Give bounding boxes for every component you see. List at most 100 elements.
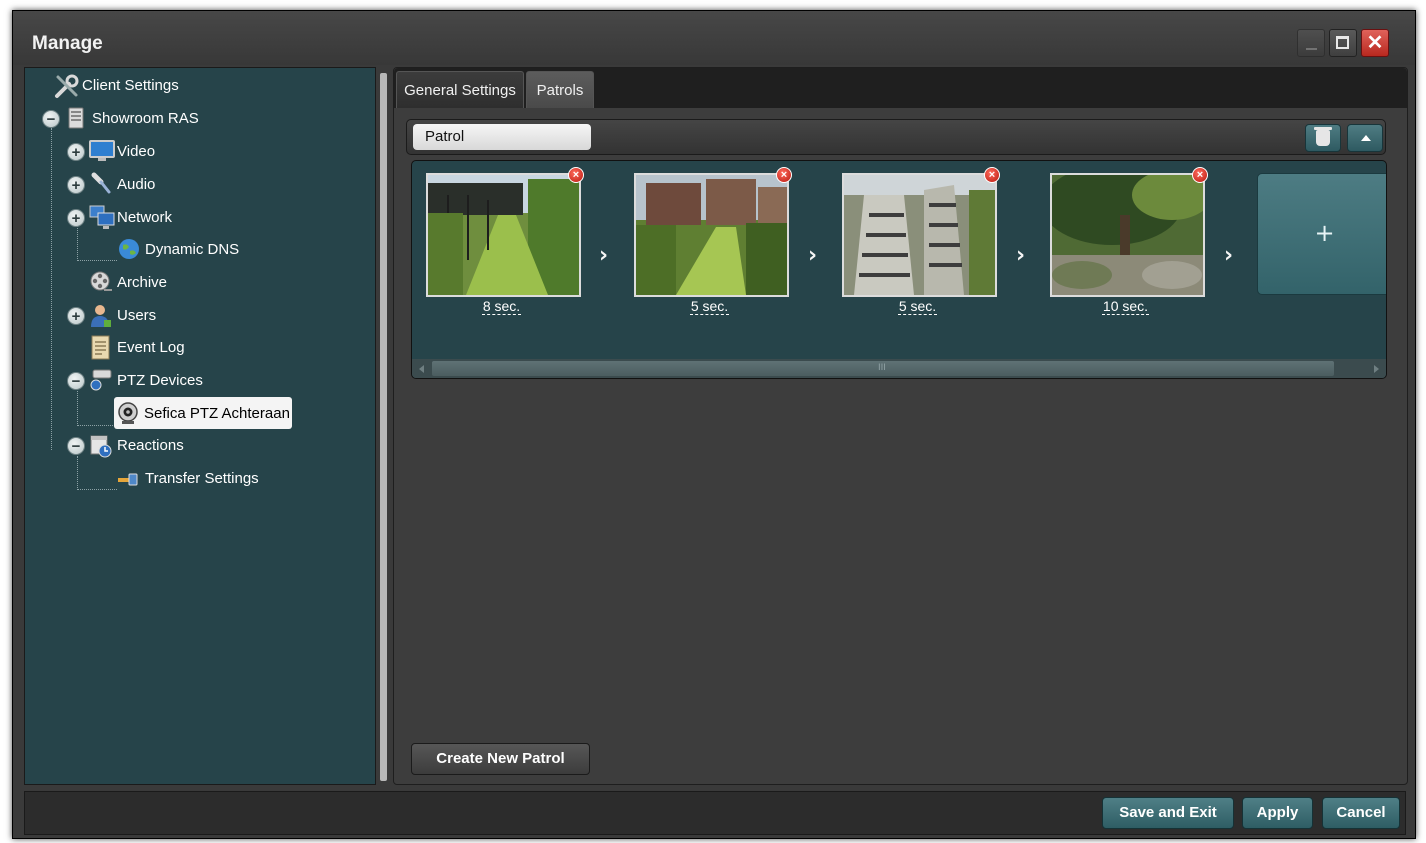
collapse-patrol-button[interactable] bbox=[1347, 124, 1383, 152]
scroll-grip-icon: III bbox=[878, 363, 886, 373]
chevron-up-icon bbox=[1361, 135, 1371, 141]
collapse-toggle[interactable]: − bbox=[67, 437, 85, 455]
patrol-header-bar: Patrol bbox=[406, 119, 1386, 155]
remove-step-button[interactable]: × bbox=[984, 167, 1000, 183]
save-and-exit-button[interactable]: Save and Exit bbox=[1102, 797, 1234, 829]
scroll-right-arrow-icon[interactable] bbox=[1374, 365, 1379, 373]
remove-step-button[interactable]: × bbox=[568, 167, 584, 183]
tree-item-label: PTZ Devices bbox=[117, 371, 203, 389]
horizontal-scrollbar[interactable]: III bbox=[412, 359, 1386, 378]
expand-toggle[interactable]: + bbox=[67, 176, 85, 194]
dialog-footer: Save and Exit Apply Cancel bbox=[24, 791, 1406, 835]
tree-item-label: Transfer Settings bbox=[145, 469, 259, 487]
tree-item-users[interactable]: Users bbox=[89, 302, 156, 328]
film-reel-icon bbox=[89, 270, 113, 294]
tree-item-label: Client Settings bbox=[82, 76, 179, 94]
monitor-icon bbox=[89, 139, 115, 163]
patrol-steps-panel: × › 8 sec. × › 5 sec. × › 5 sec. × › 10 … bbox=[411, 160, 1387, 379]
tree-connector bbox=[77, 425, 117, 426]
server-icon bbox=[64, 106, 88, 130]
tree-item-reactions[interactable]: Reactions bbox=[89, 432, 184, 458]
manage-window: Manage ✕ Client Settings − Showroom RAS bbox=[12, 10, 1416, 839]
delete-patrol-button[interactable] bbox=[1305, 124, 1341, 152]
tree-item-client-settings[interactable]: Client Settings bbox=[54, 72, 179, 98]
tree-item-label: Network bbox=[117, 208, 173, 226]
step-arrow-icon: › bbox=[808, 243, 818, 268]
scrollbar-thumb[interactable]: III bbox=[432, 361, 1334, 376]
user-icon bbox=[89, 303, 113, 327]
maximize-button[interactable] bbox=[1329, 29, 1357, 57]
tree-item-video[interactable]: Video bbox=[89, 138, 155, 164]
tree-item-dynamic-dns[interactable]: Dynamic DNS bbox=[117, 236, 239, 262]
patrol-step-thumbnail[interactable] bbox=[1050, 173, 1205, 297]
close-icon: ✕ bbox=[1366, 32, 1384, 54]
tree-item-label: Archive bbox=[117, 273, 168, 291]
tree-item-showroom-ras[interactable]: Showroom RAS bbox=[64, 105, 199, 131]
patrol-name-field[interactable]: Patrol bbox=[413, 124, 591, 150]
network-icon bbox=[89, 205, 115, 229]
remove-step-button[interactable]: × bbox=[776, 167, 792, 183]
main-panel: General Settings Patrols Patrol × › 8 se… bbox=[393, 67, 1408, 785]
apply-button[interactable]: Apply bbox=[1242, 797, 1313, 829]
panel-splitter[interactable] bbox=[380, 73, 387, 781]
ptz-camera-icon bbox=[89, 368, 113, 392]
remove-step-button[interactable]: × bbox=[1192, 167, 1208, 183]
minimize-button[interactable] bbox=[1297, 29, 1325, 57]
globe-icon bbox=[117, 237, 141, 261]
title-bar[interactable]: Manage ✕ bbox=[13, 11, 1415, 65]
patrol-step-thumbnail[interactable] bbox=[426, 173, 581, 297]
step-arrow-icon: › bbox=[599, 243, 609, 268]
tree-item-label: Audio bbox=[117, 175, 156, 193]
tab-patrols[interactable]: Patrols bbox=[526, 71, 594, 108]
tree-connector bbox=[77, 489, 117, 490]
tree-item-sefica-ptz-achteraan[interactable]: Sefica PTZ Achteraan bbox=[114, 397, 292, 429]
patrol-step-thumbnail[interactable] bbox=[842, 173, 997, 297]
tab-general-settings[interactable]: General Settings bbox=[396, 71, 524, 108]
dwell-time-label[interactable]: 5 sec. bbox=[840, 298, 995, 315]
patrol-step-thumbnail[interactable] bbox=[634, 173, 789, 297]
tree-item-label: Showroom RAS bbox=[92, 109, 199, 127]
expand-toggle[interactable]: + bbox=[67, 307, 85, 325]
tree-item-event-log[interactable]: Event Log bbox=[89, 334, 185, 360]
create-new-patrol-button[interactable]: Create New Patrol bbox=[411, 743, 590, 775]
cancel-button[interactable]: Cancel bbox=[1322, 797, 1400, 829]
add-step-button[interactable]: + bbox=[1257, 173, 1386, 295]
tree-item-label: Sefica PTZ Achteraan bbox=[144, 404, 290, 422]
tree-item-label: Video bbox=[117, 142, 156, 160]
webcam-icon bbox=[116, 401, 140, 425]
tools-icon bbox=[54, 73, 79, 98]
dwell-time-label[interactable]: 10 sec. bbox=[1048, 298, 1203, 315]
expand-toggle[interactable]: + bbox=[67, 143, 85, 161]
scroll-left-arrow-icon[interactable] bbox=[419, 365, 424, 373]
tree-item-network[interactable]: Network bbox=[89, 204, 172, 230]
tree-item-archive[interactable]: Archive bbox=[89, 269, 167, 295]
tree-item-label: Dynamic DNS bbox=[145, 240, 240, 258]
dwell-time-label[interactable]: 8 sec. bbox=[424, 298, 579, 315]
tree-item-transfer-settings[interactable]: Transfer Settings bbox=[117, 465, 259, 491]
collapse-toggle[interactable]: − bbox=[42, 110, 60, 128]
tree-connector bbox=[77, 391, 78, 426]
settings-tree: Client Settings − Showroom RAS + Video +… bbox=[24, 67, 376, 785]
calendar-clock-icon bbox=[89, 433, 113, 458]
tree-item-audio[interactable]: Audio bbox=[89, 171, 155, 197]
tree-connector bbox=[51, 128, 52, 450]
step-arrow-icon: › bbox=[1224, 243, 1234, 268]
expand-toggle[interactable]: + bbox=[67, 209, 85, 227]
transfer-icon bbox=[117, 466, 141, 490]
tree-connector bbox=[77, 226, 78, 261]
trash-icon bbox=[1314, 127, 1332, 146]
tree-connector bbox=[77, 260, 117, 261]
step-arrow-icon: › bbox=[1016, 243, 1026, 268]
window-title: Manage bbox=[32, 33, 103, 54]
collapse-toggle[interactable]: − bbox=[67, 372, 85, 390]
microphone-icon bbox=[89, 172, 113, 196]
dwell-time-label[interactable]: 5 sec. bbox=[632, 298, 787, 315]
tab-strip: General Settings Patrols bbox=[394, 68, 1407, 108]
tree-item-label: Event Log bbox=[117, 338, 185, 356]
tree-item-ptz-devices[interactable]: PTZ Devices bbox=[89, 367, 203, 393]
tree-item-label: Reactions bbox=[117, 436, 184, 454]
tree-item-label: Users bbox=[117, 306, 157, 324]
document-icon bbox=[89, 335, 113, 360]
tree-connector bbox=[77, 456, 78, 490]
close-button[interactable]: ✕ bbox=[1361, 29, 1389, 57]
